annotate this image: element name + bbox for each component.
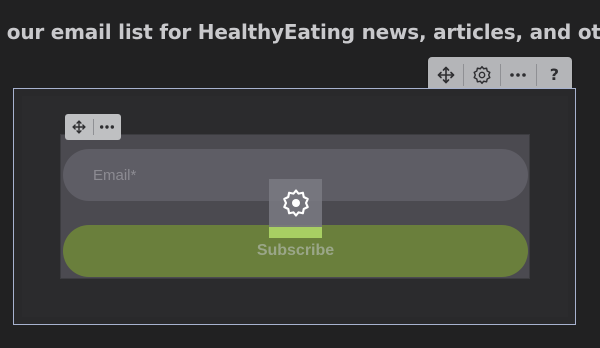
settings-highlight-bar bbox=[269, 227, 322, 238]
more-options-button[interactable] bbox=[501, 57, 536, 92]
newsletter-headline: n our email list for HealthyEating news,… bbox=[0, 20, 600, 44]
move-arrows-icon bbox=[437, 66, 454, 83]
gear-icon bbox=[282, 189, 309, 217]
more-dots-icon bbox=[510, 72, 526, 77]
element-settings-button[interactable] bbox=[269, 179, 322, 238]
move-button[interactable] bbox=[428, 57, 463, 92]
form-toolbar bbox=[65, 114, 121, 140]
move-arrows-icon bbox=[72, 120, 86, 134]
form-move-button[interactable] bbox=[65, 114, 93, 140]
help-button[interactable]: ? bbox=[537, 57, 572, 92]
form-more-button[interactable] bbox=[94, 114, 122, 140]
more-dots-icon bbox=[100, 125, 115, 129]
block-toolbar: ? bbox=[428, 57, 572, 92]
gear-icon bbox=[473, 65, 491, 84]
settings-overlay bbox=[269, 179, 322, 227]
settings-button[interactable] bbox=[464, 57, 499, 92]
